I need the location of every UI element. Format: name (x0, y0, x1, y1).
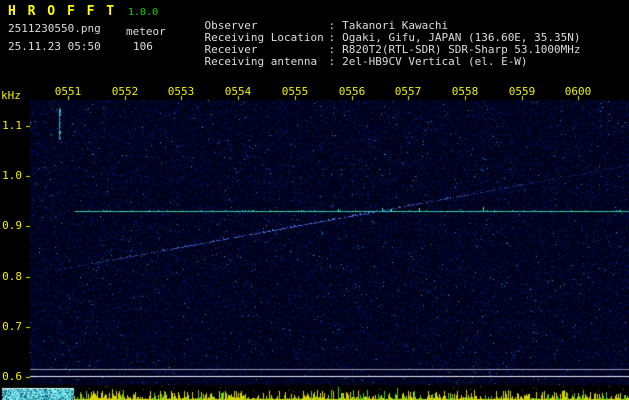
time-label: 0557 (393, 85, 423, 98)
freq-label: 0.6 (2, 370, 22, 383)
time-label: 0556 (337, 85, 367, 98)
datetime-label: 25.11.23 05:50 (8, 41, 101, 53)
freq-label: 0.7 (2, 320, 22, 333)
header-info-row-antenna: Receiving antenna:2el-HB9CV Vertical (el… (178, 42, 528, 81)
output-filename: 2511230550.png (8, 23, 101, 35)
freq-label: 0.9 (2, 219, 22, 232)
time-label: 0558 (450, 85, 480, 98)
freq-unit-label: kHz (1, 89, 21, 102)
info-value: 2el-HB9CV Vertical (el. E-W) (335, 55, 527, 68)
info-label: Receiving antenna (205, 55, 329, 68)
app-title: H R O F F T (8, 5, 116, 19)
time-label: 0600 (563, 85, 593, 98)
time-label: 0554 (223, 85, 253, 98)
app-version: 1.0.0 (128, 7, 158, 18)
time-label: 0559 (507, 85, 537, 98)
mode-label: meteor (126, 26, 166, 38)
time-label: 0552 (110, 85, 140, 98)
freq-label: 1.0 (2, 169, 22, 182)
time-label: 0553 (166, 85, 196, 98)
freq-label: 0.8 (2, 270, 22, 283)
time-label: 0555 (280, 85, 310, 98)
hrofft-output-image: H R O F F T 1.0.0 2511230550.png meteor … (0, 0, 629, 400)
freq-label: 1.1 (2, 119, 22, 132)
echo-count: 106 (133, 41, 153, 53)
time-label: 0551 (53, 85, 83, 98)
